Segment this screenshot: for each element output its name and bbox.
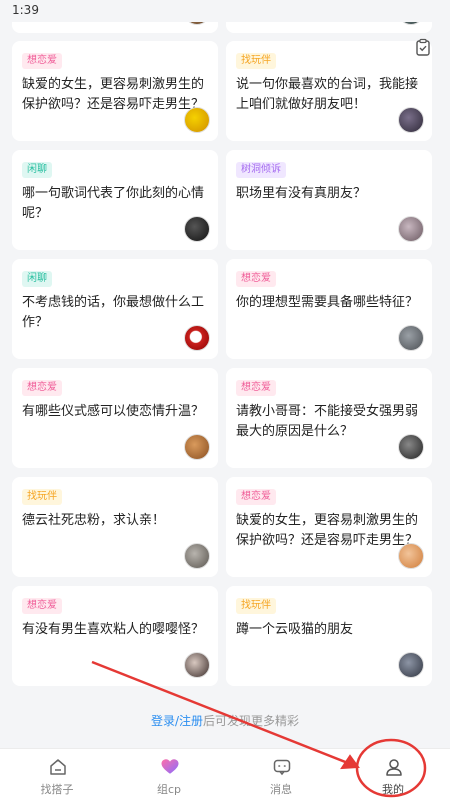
avatar[interactable]	[398, 216, 424, 242]
question-text: 蹲一个云吸猫的朋友	[236, 622, 354, 637]
tab-messages[interactable]: 消息	[236, 749, 326, 800]
avatar[interactable]	[184, 652, 210, 678]
category-tag: 树洞倾诉	[236, 162, 286, 178]
category-tag: 闲聊	[22, 162, 52, 178]
question-text: 请教小哥哥：不能接受女强男弱最大的原因是什么？	[236, 404, 419, 439]
question-card[interactable]: 找玩伴 德云社死忠粉，求认亲！	[12, 477, 218, 577]
question-text: 有哪些仪式感可以使恋情升温？	[22, 404, 205, 419]
question-text: 不考虑钱的话，你最想做什么工作？	[22, 295, 205, 330]
category-tag: 想恋爱	[22, 598, 62, 614]
tab-mine[interactable]: 我的	[348, 749, 438, 800]
avatar[interactable]	[398, 107, 424, 133]
category-tag: 找玩伴	[22, 489, 62, 505]
question-card[interactable]: 闲聊 不考虑钱的话，你最想做什么工作？	[12, 259, 218, 359]
avatar[interactable]	[398, 325, 424, 351]
category-tag: 想恋爱	[236, 271, 276, 287]
category-tag: 想恋爱	[22, 53, 62, 69]
question-card[interactable]: 想恋爱 缺爱的女生，更容易刺激男生的保护欲吗？还是容易吓走男生？	[12, 41, 218, 141]
question-card[interactable]: 想恋爱 请教小哥哥：不能接受女强男弱最大的原因是什么？	[226, 368, 432, 468]
tab-find-partner[interactable]: 找搭子	[12, 749, 102, 800]
tab-label: 消息	[270, 783, 292, 796]
category-tag: 想恋爱	[236, 380, 276, 396]
question-text: 有没有男生喜欢粘人的嘤嘤怪？	[22, 622, 205, 637]
bottom-tab-bar: 找搭子 组cp 消息 我的	[0, 748, 450, 800]
clipboard-icon[interactable]	[414, 38, 432, 56]
question-card[interactable]: 树洞倾诉 职场里有没有真朋友？	[226, 150, 432, 250]
question-text: 缺爱的女生，更容易刺激男生的保护欲吗？还是容易吓走男生？	[236, 513, 419, 548]
question-card[interactable]: 想恋爱 有哪些仪式感可以使恋情升温？	[12, 368, 218, 468]
avatar[interactable]	[184, 107, 210, 133]
avatar[interactable]	[398, 543, 424, 569]
question-card[interactable]: 找玩伴 说一句你最喜欢的台词，我能接上咱们就做好朋友吧！	[226, 41, 432, 141]
avatar[interactable]	[184, 325, 210, 351]
tab-label: 组cp	[156, 783, 182, 796]
question-card[interactable]: 找玩伴 蹲一个云吸猫的朋友	[226, 586, 432, 686]
tab-label: 我的	[382, 783, 404, 796]
heart-icon	[161, 759, 179, 774]
home-icon	[50, 759, 66, 775]
category-tag: 想恋爱	[22, 380, 62, 396]
register-link[interactable]: 注册	[179, 714, 203, 728]
avatar[interactable]	[184, 543, 210, 569]
category-tag: 闲聊	[22, 271, 52, 287]
question-text: 缺爱的女生，更容易刺激男生的保护欲吗？还是容易吓走男生？	[22, 77, 205, 112]
tab-label: 找搭子	[40, 783, 74, 796]
question-card[interactable]: 想恋爱 缺爱的女生，更容易刺激男生的保护欲吗？还是容易吓走男生？	[226, 477, 432, 577]
avatar[interactable]	[184, 434, 210, 460]
login-hint: 登录/注册后可发现更多精彩	[0, 712, 450, 729]
user-icon	[386, 759, 402, 776]
avatar[interactable]	[184, 216, 210, 242]
category-tag: 找玩伴	[236, 53, 276, 69]
question-card[interactable]: 闲聊 哪一句歌词代表了你此刻的心情呢？	[12, 150, 218, 250]
question-card[interactable]: 想恋爱 你的理想型需要具备哪些特征？	[226, 259, 432, 359]
login-link[interactable]: 登录	[151, 714, 175, 728]
category-tag: 想恋爱	[236, 489, 276, 505]
question-text: 德云社死忠粉，求认亲！	[22, 513, 166, 528]
question-text: 说一句你最喜欢的台词，我能接上咱们就做好朋友吧！	[236, 77, 419, 112]
question-card[interactable]: 想恋爱 有没有男生喜欢粘人的嘤嘤怪？	[12, 586, 218, 686]
avatar[interactable]	[398, 434, 424, 460]
login-hint-text: 后可发现更多精彩	[203, 714, 300, 728]
status-time: 1:39	[12, 3, 39, 17]
question-text: 你的理想型需要具备哪些特征？	[236, 295, 419, 310]
category-tag: 找玩伴	[236, 598, 276, 614]
question-feed: 想恋爱 缺爱的女生，更容易刺激男生的保护欲吗？还是容易吓走男生？ 找玩伴 说一句…	[0, 0, 450, 748]
question-text: 职场里有没有真朋友？	[236, 186, 367, 201]
avatar[interactable]	[398, 652, 424, 678]
chat-icon	[273, 759, 291, 776]
tab-make-cp[interactable]: 组cp	[124, 749, 214, 800]
question-text: 哪一句歌词代表了你此刻的心情呢？	[22, 186, 205, 221]
status-bar: 1:39	[0, 0, 450, 22]
